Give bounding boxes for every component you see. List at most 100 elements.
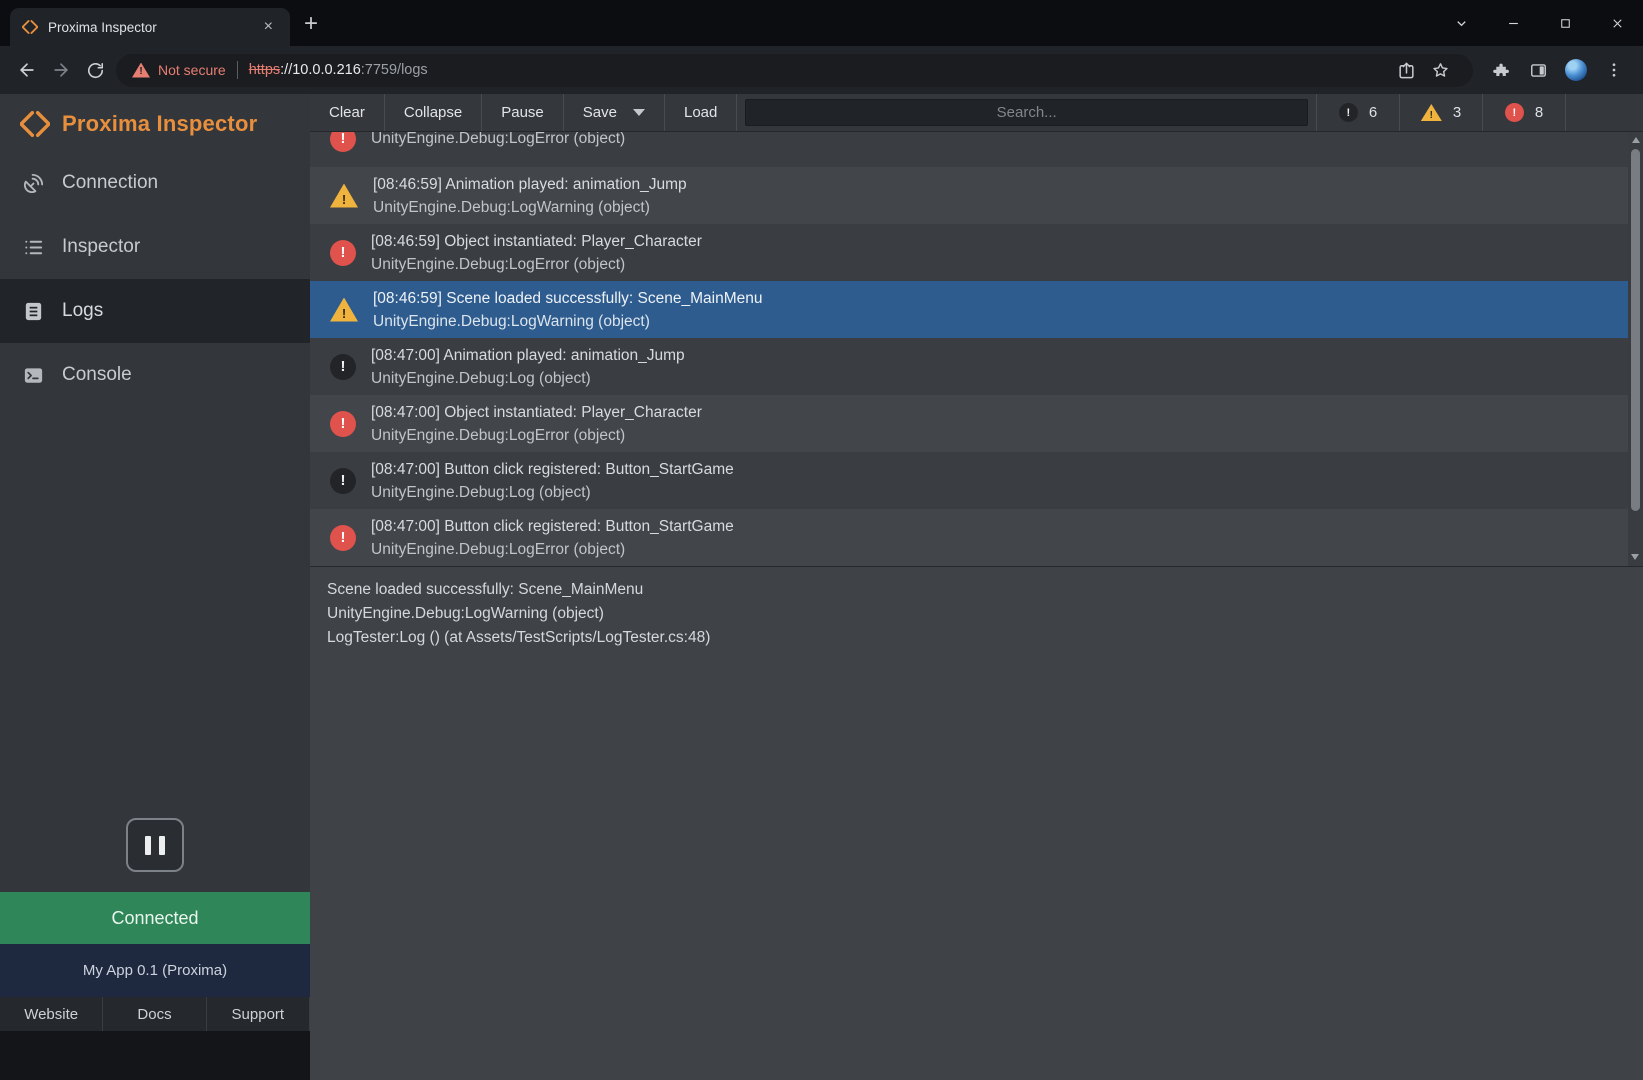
tab-title: Proxima Inspector <box>48 20 249 35</box>
scrollbar-down-arrow-icon[interactable] <box>1631 554 1639 560</box>
log-message: [08:47:00] Object instantiated: Player_C… <box>371 401 702 424</box>
log-row-text: UnityEngine.Debug:LogError (object) <box>371 132 625 150</box>
logs-main-panel: Clear Collapse Pause Save Load 6 3 8 <box>310 94 1643 1080</box>
sidebar-item-label: Inspector <box>62 236 140 258</box>
error-count: 8 <box>1535 104 1543 121</box>
pause-icon <box>159 836 165 855</box>
save-dropdown-caret-icon[interactable] <box>633 109 645 116</box>
document-icon <box>22 300 45 323</box>
log-source: UnityEngine.Debug:LogError (object) <box>371 132 625 150</box>
toolbar-end-cell <box>1565 94 1643 131</box>
sidebar-bottom-filler <box>0 1031 310 1080</box>
extensions-puzzle-button[interactable] <box>1481 52 1519 88</box>
warning-count: 3 <box>1453 104 1461 121</box>
severity-icon <box>330 411 356 437</box>
scrollbar-up-arrow-icon[interactable] <box>1632 137 1640 143</box>
log-rows: UnityEngine.Debug:LogError (object) [08:… <box>310 132 1628 566</box>
search-input[interactable] <box>745 99 1308 126</box>
log-row[interactable]: [08:47:00] Animation played: animation_J… <box>310 338 1628 395</box>
collapse-button-label: Collapse <box>404 104 462 121</box>
log-message: [08:46:59] Animation played: animation_J… <box>373 173 687 196</box>
main-filler <box>310 661 1643 1080</box>
side-panel-button[interactable] <box>1519 52 1557 88</box>
severity-icon <box>330 132 356 152</box>
log-source: UnityEngine.Debug:LogWarning (object) <box>373 310 762 333</box>
sidebar-item-label: Console <box>62 364 132 386</box>
log-row[interactable]: [08:46:59] Object instantiated: Player_C… <box>310 224 1628 281</box>
back-button[interactable] <box>10 53 44 87</box>
severity-icon <box>330 298 358 322</box>
pause-stream-button[interactable] <box>126 818 184 872</box>
log-row[interactable]: [08:47:00] Button click registered: Butt… <box>310 452 1628 509</box>
scrollbar-thumb[interactable] <box>1631 149 1640 511</box>
log-row-text: [08:47:00] Object instantiated: Player_C… <box>371 401 702 447</box>
url-scheme: https <box>249 62 280 78</box>
reload-button[interactable] <box>78 53 112 87</box>
log-row-text: [08:46:59] Animation played: animation_J… <box>373 173 687 219</box>
browser-window: Proxima Inspector × + <box>0 0 1643 1080</box>
log-row[interactable]: [08:47:00] Button click registered: Butt… <box>310 509 1628 566</box>
info-count-filter[interactable]: 6 <box>1316 94 1399 131</box>
log-source: UnityEngine.Debug:LogWarning (object) <box>373 196 687 219</box>
url-path: :7759/logs <box>361 62 428 78</box>
log-source: UnityEngine.Debug:LogError (object) <box>371 538 734 561</box>
window-controls <box>1435 0 1643 46</box>
sidebar-item-logs[interactable]: Logs <box>0 279 310 343</box>
sidebar: Proxima Inspector Connection Inspector L… <box>0 94 310 1080</box>
url-omnibox[interactable]: ! Not secure https://10.0.0.216:7759/log… <box>116 54 1473 87</box>
severity-icon <box>330 240 356 266</box>
tab-strip: Proxima Inspector × + <box>0 0 1643 46</box>
sidebar-footer: Website Docs Support <box>0 997 310 1031</box>
pause-button-label: Pause <box>501 104 544 121</box>
sidebar-item-inspector[interactable]: Inspector <box>0 215 310 279</box>
log-row-text: [08:47:00] Button click registered: Butt… <box>371 515 734 561</box>
severity-icon <box>330 184 358 208</box>
error-count-filter[interactable]: 8 <box>1482 94 1565 131</box>
not-secure-label: Not secure <box>158 62 226 78</box>
log-scrollbar[interactable] <box>1628 132 1643 566</box>
forward-button[interactable] <box>44 53 78 87</box>
satellite-dish-icon <box>22 172 45 195</box>
sidebar-item-label: Connection <box>62 172 158 194</box>
proxima-logo-icon <box>20 109 50 139</box>
tab-close-button[interactable]: × <box>259 17 278 37</box>
extension-avatar-button[interactable] <box>1557 52 1595 88</box>
severity-icon <box>330 354 356 380</box>
log-row[interactable]: [08:46:59] Scene loaded successfully: Sc… <box>310 281 1628 338</box>
log-row[interactable]: [08:46:59] Animation played: animation_J… <box>310 167 1628 224</box>
pause-icon <box>145 836 151 855</box>
share-button[interactable] <box>1389 61 1423 80</box>
docs-link[interactable]: Docs <box>103 997 206 1031</box>
clear-button-label: Clear <box>329 104 365 121</box>
info-icon <box>1339 103 1358 122</box>
address-bar: ! Not secure https://10.0.0.216:7759/log… <box>0 46 1643 94</box>
support-link[interactable]: Support <box>207 997 310 1031</box>
website-link[interactable]: Website <box>0 997 103 1031</box>
collapse-button[interactable]: Collapse <box>385 94 482 131</box>
window-maximize-button[interactable] <box>1539 0 1591 46</box>
log-message: [08:47:00] Animation played: animation_J… <box>371 344 685 367</box>
window-minimize-button[interactable] <box>1487 0 1539 46</box>
window-close-button[interactable] <box>1591 0 1643 46</box>
logs-toolbar: Clear Collapse Pause Save Load 6 3 8 <box>310 94 1643 132</box>
load-button[interactable]: Load <box>665 94 737 131</box>
bookmark-star-button[interactable] <box>1423 61 1457 80</box>
tab-favicon-proxima-logo-icon <box>22 19 38 35</box>
log-row[interactable]: [08:47:00] Object instantiated: Player_C… <box>310 395 1628 452</box>
clear-button[interactable]: Clear <box>310 94 385 131</box>
sidebar-item-connection[interactable]: Connection <box>0 151 310 215</box>
sidebar-item-console[interactable]: Console <box>0 343 310 407</box>
pause-button[interactable]: Pause <box>482 94 564 131</box>
url-text: https://10.0.0.216:7759/logs <box>249 62 428 78</box>
list-icon <box>22 236 45 259</box>
terminal-icon <box>22 364 45 387</box>
log-row[interactable]: UnityEngine.Debug:LogError (object) <box>310 132 1628 167</box>
new-tab-button[interactable]: + <box>304 12 318 36</box>
warning-count-filter[interactable]: 3 <box>1399 94 1482 131</box>
save-button[interactable]: Save <box>564 94 665 131</box>
log-message: [08:46:59] Object instantiated: Player_C… <box>371 230 702 253</box>
browser-menu-kebab-button[interactable] <box>1595 52 1633 88</box>
browser-tab[interactable]: Proxima Inspector × <box>10 8 290 46</box>
url-divider <box>237 61 238 79</box>
tab-search-chevron-button[interactable] <box>1435 0 1487 46</box>
